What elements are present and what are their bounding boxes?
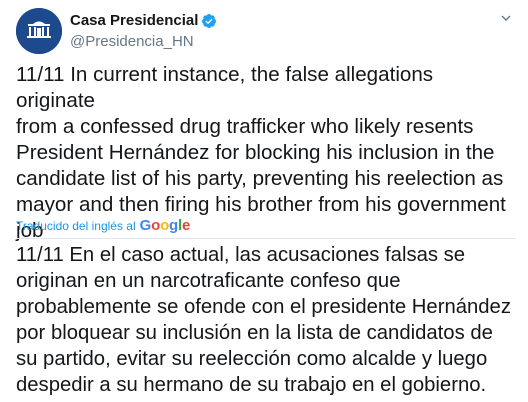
tweet-text-line: 11/11 In current instance, the false all…	[16, 63, 439, 112]
translated-text-line: 11/11 En el caso actual, las acusaciones…	[16, 244, 466, 266]
chevron-down-icon[interactable]	[498, 10, 514, 26]
translated-text-line: despedir a su hermano de su trabajo en e…	[16, 374, 487, 396]
tweet-text-line: candidate list of his party, preventing …	[16, 167, 504, 190]
author-handle[interactable]: @Presidencia_HN	[70, 32, 217, 52]
tweet-text: 11/11 In current instance, the false all…	[16, 62, 516, 244]
tweet-text-line: mayor and then firing his brother from h…	[16, 193, 506, 216]
tweet-text-line: President Hernández for blocking his inc…	[16, 141, 495, 164]
translated-by-link[interactable]: Traducido del inglés al Google	[16, 218, 190, 234]
translated-text-line: su partido, evitar su reelección como al…	[16, 348, 488, 370]
tweet-header: Casa Presidencial @Presidencia_HN	[16, 8, 516, 54]
translated-text-line: por bloquear su inclusión en la lista de…	[16, 322, 493, 344]
verified-badge-icon	[202, 14, 217, 28]
tweet-text-line: from a confessed drug trafficker who lik…	[16, 115, 474, 138]
avatar[interactable]	[16, 8, 62, 54]
translated-by-label: Traducido del inglés al	[16, 219, 136, 233]
author-block: Casa Presidencial @Presidencia_HN	[70, 11, 217, 52]
divider	[16, 238, 516, 239]
author-name[interactable]: Casa Presidencial	[70, 11, 198, 31]
presidential-house-logo-icon	[16, 8, 62, 54]
translated-text: 11/11 En el caso actual, las acusaciones…	[16, 242, 522, 398]
translated-text-line: probablemente se ofende con el president…	[16, 296, 511, 318]
google-logo: Google	[139, 217, 191, 234]
translated-text-line: originan en un narcotraficante confeso q…	[16, 270, 401, 292]
